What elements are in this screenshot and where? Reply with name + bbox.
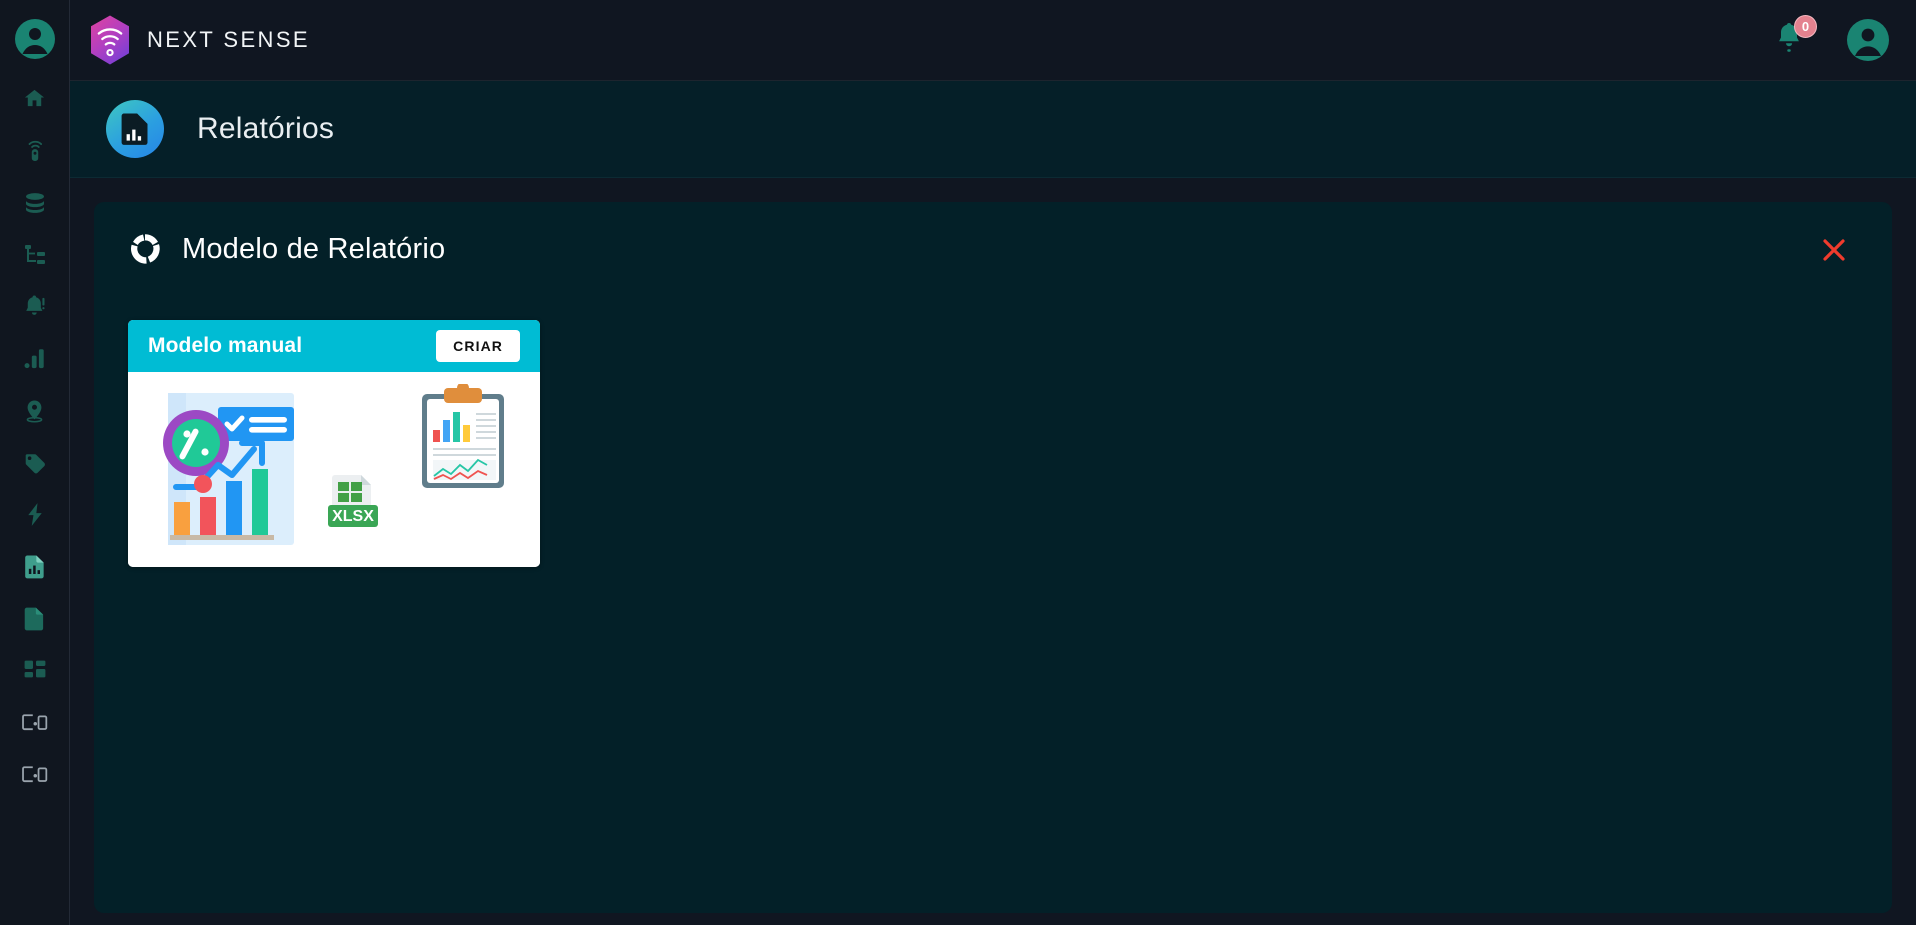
- sidebar-item-reports[interactable]: [12, 550, 58, 583]
- card-title: Modelo manual: [148, 334, 303, 357]
- donut-chart-icon: [128, 232, 162, 266]
- sidebar-item-energy[interactable]: [12, 498, 58, 531]
- bolt-icon: [25, 502, 45, 527]
- xlsx-file-icon: XLSX: [328, 475, 378, 527]
- bell-icon: [1774, 22, 1804, 58]
- sidebar-item-tags[interactable]: [12, 446, 58, 479]
- wifi-hexagon-logo-icon: [86, 14, 134, 66]
- sidebar-avatar[interactable]: [14, 18, 56, 60]
- user-avatar-button[interactable]: [1846, 18, 1890, 62]
- report-chart-icon: [106, 100, 164, 158]
- create-button[interactable]: CRIAR: [436, 330, 520, 362]
- sidebar-item-locations[interactable]: [12, 394, 58, 427]
- sidebar-item-alerts[interactable]: [12, 290, 58, 323]
- hierarchy-icon: [23, 243, 47, 267]
- sidebar-item-documents[interactable]: [12, 602, 58, 635]
- panel-header: Modelo de Relatório: [128, 232, 1858, 266]
- sidebar-item-devices[interactable]: [12, 134, 58, 167]
- sidebar-item-dashboards[interactable]: [12, 654, 58, 687]
- svg-text:XLSX: XLSX: [332, 508, 374, 525]
- bell-alert-icon: [22, 294, 47, 319]
- card-header: Modelo manual CRIAR: [128, 320, 540, 372]
- page-header: Relatórios: [70, 81, 1916, 178]
- document-icon: [23, 606, 46, 631]
- notifications-badge: 0: [1794, 15, 1817, 38]
- sensor-device-icon: [24, 138, 46, 163]
- sidebar-item-home[interactable]: [12, 82, 58, 115]
- sidebar-item-database[interactable]: [12, 186, 58, 219]
- report-doc-icon: [23, 554, 47, 579]
- brand[interactable]: NEXT SENSE: [86, 14, 310, 66]
- close-panel-button[interactable]: [1816, 234, 1852, 270]
- main-column: NEXT SENSE 0 Relatórios Modelo de Relató…: [70, 0, 1916, 925]
- analytics-report-illustration: [163, 393, 294, 545]
- page-title: Relatórios: [197, 112, 335, 145]
- topbar: NEXT SENSE 0: [70, 0, 1916, 81]
- content-area: Modelo de Relatório Modelo manual CRIAR …: [70, 178, 1916, 925]
- location-pin-icon: [23, 399, 46, 423]
- home-icon: [23, 87, 46, 110]
- report-model-panel: Modelo de Relatório Modelo manual CRIAR …: [94, 202, 1892, 913]
- app-root: NEXT SENSE 0 Relatórios Modelo de Relató…: [0, 0, 1916, 925]
- card-illustration: XLSX: [128, 372, 540, 567]
- sidebar-item-hierarchy[interactable]: [12, 238, 58, 271]
- grid-icon: [23, 659, 47, 683]
- template-card-manual[interactable]: Modelo manual CRIAR XLSX: [128, 320, 540, 567]
- template-card-list: Modelo manual CRIAR XLSX: [128, 320, 1858, 567]
- panel-title: Modelo de Relatório: [182, 232, 446, 265]
- sidebar-item-screens-1[interactable]: [12, 706, 58, 739]
- brand-name: NEXT SENSE: [147, 27, 310, 52]
- sidebar: [0, 0, 70, 925]
- close-x-icon: [1820, 236, 1848, 269]
- topbar-actions: 0: [1774, 15, 1890, 62]
- notifications-button[interactable]: 0: [1774, 15, 1817, 59]
- bar-chart-icon: [23, 347, 46, 370]
- monitor-icon: [21, 765, 48, 784]
- sidebar-item-analytics[interactable]: [12, 342, 58, 375]
- sidebar-item-screens-2[interactable]: [12, 758, 58, 791]
- database-icon: [23, 191, 47, 215]
- monitor-icon: [21, 713, 48, 732]
- clipboard-report-illustration: [422, 384, 504, 488]
- tag-icon: [23, 451, 47, 475]
